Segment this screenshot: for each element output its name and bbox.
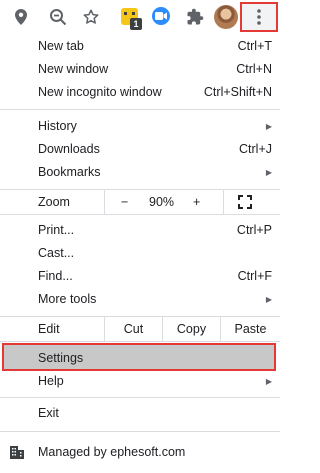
zoom-out-button[interactable]: −: [121, 190, 128, 214]
menu-item-label: Help: [38, 374, 64, 388]
extension-badge-count: 1: [130, 18, 142, 30]
zoom-label: Zoom: [38, 195, 70, 209]
menu-item-shortcut: Ctrl+J: [239, 142, 272, 156]
menu-item-label: Cast...: [38, 246, 75, 260]
fullscreen-icon[interactable]: [238, 195, 252, 209]
extension-badge-icon[interactable]: 1: [121, 8, 142, 30]
menu-item-label: Exit: [38, 406, 59, 420]
menu-item-history[interactable]: History ▶: [0, 115, 280, 138]
menu-item-settings[interactable]: Settings: [2, 343, 276, 371]
chrome-menu: New tab Ctrl+T New window Ctrl+N New inc…: [0, 33, 280, 473]
bookmark-star-icon[interactable]: [79, 5, 103, 29]
menu-item-shortcut: Ctrl+Shift+N: [203, 85, 272, 99]
menu-item-label: New incognito window: [38, 85, 162, 99]
menu-item-downloads[interactable]: Downloads Ctrl+J: [0, 138, 280, 161]
extensions-puzzle-icon[interactable]: [183, 5, 207, 29]
menu-item-shortcut: Ctrl+F: [237, 269, 272, 283]
menu-item-cast[interactable]: Cast...: [0, 242, 280, 265]
managed-by-info[interactable]: Managed by ephesoft.com: [0, 439, 280, 465]
menu-separator: [0, 214, 280, 215]
zoom-app-icon[interactable]: [152, 7, 170, 25]
menu-item-label: More tools: [38, 292, 97, 306]
zoom-level: 90%: [149, 195, 175, 209]
browser-toolbar: 1: [0, 0, 280, 33]
profile-avatar[interactable]: [214, 5, 238, 29]
menu-item-new-window[interactable]: New window Ctrl+N: [0, 58, 280, 81]
menu-separator: [0, 109, 280, 110]
submenu-arrow-icon: ▶: [265, 377, 272, 386]
location-icon[interactable]: [9, 5, 33, 29]
copy-button[interactable]: Copy: [162, 317, 220, 341]
menu-separator: [0, 431, 280, 432]
zoom-in-button[interactable]: +: [193, 190, 200, 214]
menu-item-label: New tab: [38, 39, 84, 53]
menu-item-more-tools[interactable]: More tools ▶: [0, 288, 280, 311]
menu-item-bookmarks[interactable]: Bookmarks ▶: [0, 161, 280, 184]
menu-item-new-incognito-window[interactable]: New incognito window Ctrl+Shift+N: [0, 81, 280, 104]
zoom-row: Zoom − 90% +: [0, 190, 280, 214]
submenu-arrow-icon: ▶: [265, 122, 272, 131]
menu-item-help[interactable]: Help ▶: [0, 370, 280, 393]
menu-item-label: New window: [38, 62, 109, 76]
menu-item-label: Bookmarks: [38, 165, 101, 179]
more-menu-icon: [257, 9, 261, 25]
menu-separator: [0, 341, 280, 342]
menu-item-label: Print...: [38, 223, 75, 237]
menu-item-exit[interactable]: Exit: [0, 402, 280, 425]
submenu-arrow-icon: ▶: [265, 168, 272, 177]
menu-item-shortcut: Ctrl+P: [236, 223, 272, 237]
menu-item-shortcut: Ctrl+N: [236, 62, 272, 76]
menu-item-label: Find...: [38, 269, 73, 283]
submenu-arrow-icon: ▶: [265, 295, 272, 304]
menu-item-new-tab[interactable]: New tab Ctrl+T: [0, 35, 280, 58]
managed-label: Managed by ephesoft.com: [38, 445, 186, 459]
menu-separator: [0, 397, 280, 398]
menu-item-find[interactable]: Find... Ctrl+F: [0, 265, 280, 288]
menu-item-print[interactable]: Print... Ctrl+P: [0, 219, 280, 242]
menu-item-label: History: [38, 119, 77, 133]
edit-label: Edit: [38, 322, 60, 336]
zoom-out-icon[interactable]: [46, 5, 70, 29]
menu-item-shortcut: Ctrl+T: [237, 39, 272, 53]
cut-button[interactable]: Cut: [104, 317, 162, 341]
menu-item-label: Downloads: [38, 142, 100, 156]
menu-item-label: Settings: [38, 351, 84, 365]
more-menu-button[interactable]: [240, 2, 278, 32]
building-icon: [10, 446, 24, 459]
zoom-controls: − 90% +: [104, 190, 224, 214]
paste-button[interactable]: Paste: [220, 317, 280, 341]
edit-row: Edit Cut Copy Paste: [0, 317, 280, 341]
